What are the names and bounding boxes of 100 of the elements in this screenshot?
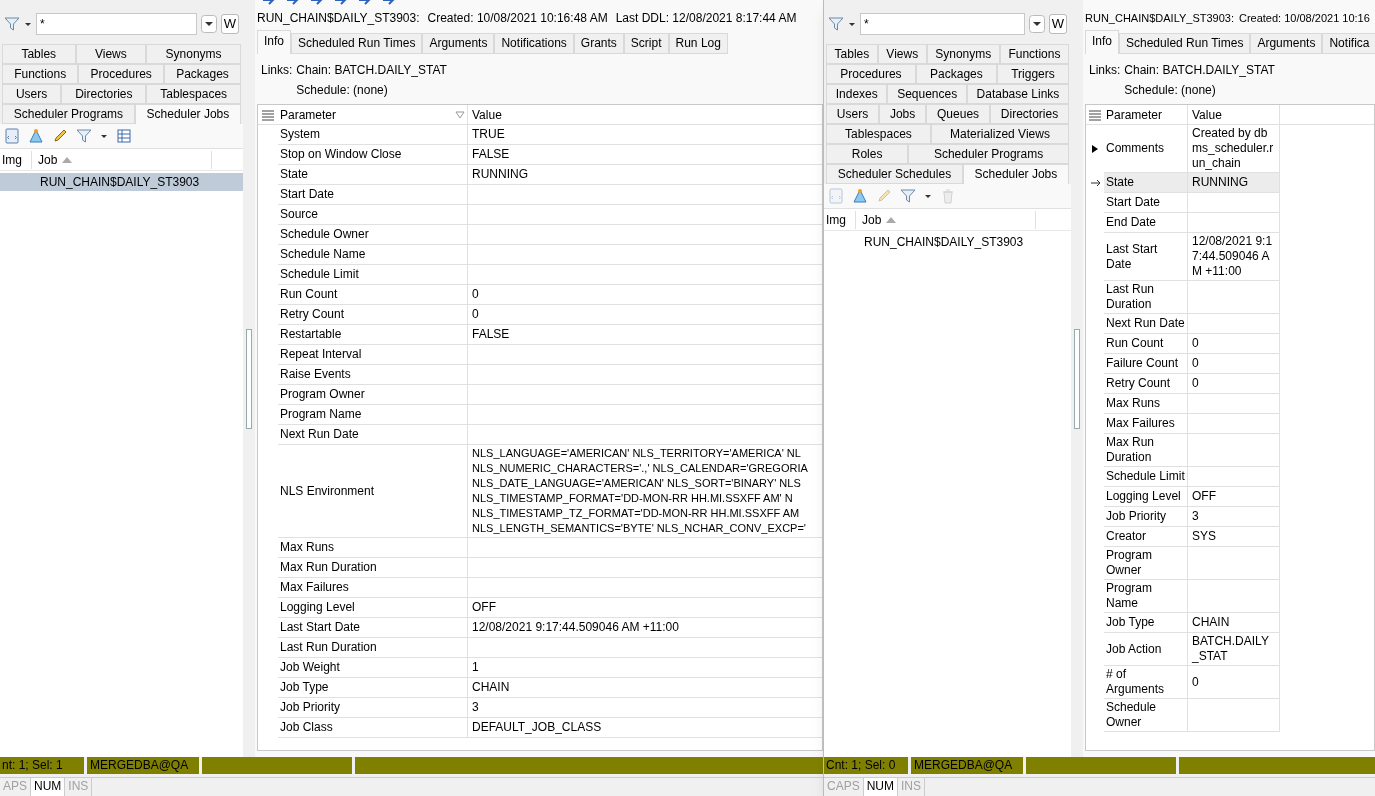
parameter-cell: Program Name — [1104, 580, 1188, 613]
tab[interactable]: Scheduler Programs — [2, 104, 135, 124]
tab[interactable]: Queues — [926, 104, 990, 124]
tab[interactable]: Jobs — [879, 104, 927, 124]
tab[interactable]: Database Links — [966, 84, 1069, 104]
created-date: Created: 10/08/2021 10:16:48 AM — [427, 10, 608, 27]
caret-icon[interactable] — [848, 20, 856, 28]
expand-icon[interactable] — [1091, 144, 1099, 154]
pencil-icon[interactable] — [52, 128, 68, 144]
list-icon[interactable] — [261, 108, 275, 121]
tab[interactable]: Tables — [2, 44, 76, 64]
tab[interactable]: Info — [1085, 30, 1119, 54]
column-header[interactable]: Value — [1192, 105, 1222, 124]
parameter-cell: Retry Count — [1104, 374, 1188, 394]
tab[interactable]: Scheduled Run Times — [291, 33, 423, 54]
list-icon[interactable] — [1088, 108, 1102, 121]
tab[interactable]: Script — [623, 33, 669, 54]
value-cell: 1 — [468, 658, 822, 678]
w-button[interactable]: W — [221, 14, 239, 34]
parameter-cell: Start Date — [1104, 193, 1188, 213]
tab[interactable]: Tables — [826, 44, 878, 64]
link[interactable]: Schedule: (none) — [1124, 80, 1216, 100]
tab[interactable]: Procedures — [826, 64, 916, 84]
tab[interactable]: Directories — [989, 104, 1070, 124]
tab[interactable]: Sequences — [887, 84, 967, 104]
job-row[interactable]: RUN_CHAIN$DAILY_ST3903 — [824, 233, 1071, 251]
tab[interactable]: Arguments — [1250, 33, 1323, 54]
tab[interactable]: Procedures — [78, 64, 164, 84]
w-button[interactable]: W — [1049, 14, 1067, 34]
dropdown-icon[interactable] — [201, 15, 217, 33]
tab[interactable]: Tablespaces — [826, 124, 931, 144]
tab[interactable]: Synonyms — [926, 44, 1000, 64]
tab[interactable]: Materialized Views — [930, 124, 1069, 144]
sort-icon[interactable] — [61, 155, 74, 164]
filter-field[interactable]: * — [860, 13, 1025, 35]
parameter-cell: Program Owner — [278, 385, 468, 405]
tab[interactable]: Users — [826, 104, 880, 124]
parameter-cell: Failure Count — [1104, 354, 1188, 374]
filter-icon[interactable] — [455, 110, 465, 119]
column-header[interactable]: Img — [0, 150, 32, 169]
caret-icon[interactable] — [24, 20, 32, 28]
tab[interactable]: Notifica — [1322, 33, 1375, 54]
column-header[interactable]: Job — [38, 150, 58, 169]
tab[interactable]: Triggers — [997, 64, 1069, 84]
tab[interactable]: Scheduler Jobs — [962, 164, 1069, 184]
tab[interactable]: Packages — [164, 64, 241, 84]
column-header[interactable]: Img — [824, 210, 856, 229]
tab[interactable]: Directories — [61, 84, 147, 104]
parameter-cell: Restartable — [278, 325, 468, 345]
tab[interactable]: Notifications — [494, 33, 574, 54]
tab[interactable]: Views — [877, 44, 927, 64]
table-icon[interactable] — [116, 128, 132, 144]
tab[interactable]: Functions — [999, 44, 1069, 64]
caret-icon[interactable] — [924, 192, 932, 200]
cone-icon[interactable] — [28, 128, 44, 144]
document-icon[interactable] — [4, 128, 20, 144]
value-cell: 0 — [1188, 374, 1280, 394]
filter-icon[interactable] — [900, 188, 916, 204]
tab[interactable]: Run Log — [668, 33, 728, 54]
column-header[interactable]: Parameter — [280, 105, 337, 124]
dropdown-icon[interactable] — [1029, 15, 1045, 33]
tab[interactable]: Scheduler Programs — [908, 144, 1069, 164]
filter-icon[interactable] — [76, 128, 92, 144]
link[interactable]: Chain: BATCH.DAILY_STAT — [1124, 60, 1275, 80]
tab[interactable]: Scheduled Run Times — [1119, 33, 1251, 54]
column-header[interactable]: Job — [862, 210, 882, 229]
tab[interactable]: Users — [2, 84, 62, 104]
cone-icon[interactable] — [852, 188, 868, 204]
tab[interactable]: Indexes — [826, 84, 888, 104]
tab[interactable]: Roles — [826, 144, 909, 164]
tab[interactable]: Views — [75, 44, 147, 64]
status-count: Cnt: 1; Sel: 0 — [824, 757, 908, 774]
parameter-cell: Raise Events — [278, 365, 468, 385]
job-row[interactable]: RUN_CHAIN$DAILY_ST3903 — [0, 173, 243, 191]
tab[interactable]: Scheduler Schedules — [826, 164, 963, 184]
caret-icon[interactable] — [100, 132, 108, 140]
tab[interactable]: Info — [257, 30, 291, 54]
parameter-cell: Schedule Limit — [278, 265, 468, 285]
tab[interactable]: Scheduler Jobs — [134, 104, 241, 124]
status-count: nt: 1; Sel: 1 — [0, 757, 84, 774]
tab[interactable]: Synonyms — [146, 44, 241, 64]
value-cell: 0 — [1188, 354, 1280, 374]
sort-icon[interactable] — [885, 215, 898, 224]
key-indicator: CAPS — [824, 778, 864, 796]
tab[interactable]: Arguments — [422, 33, 495, 54]
current-row-icon[interactable] — [1089, 178, 1101, 188]
value-cell: NLS_LANGUAGE='AMERICAN' NLS_TERRITORY='AMERICA' NL NLS_NUMERIC_CHARACTERS='.,' NLS_CALENDAR='GREGORIA NLS_DATE_LANGUAGE='AMERICAN' NLS_SORT='BINARY' NLS NLS_TIMESTAMP_FORMAT='DD-MON-RR HH.MI.SSXFF AM' N NLS_TIMESTAMP_TZ_FORMAT='DD-MON-RR HH.MI.SSXFF AM NLS_LENGTH_SEMANTICS='BYTE' NLS_NCHAR_CONV_EXCP=' — [468, 445, 822, 538]
column-header[interactable]: Value — [472, 105, 502, 124]
link[interactable]: Schedule: (none) — [296, 80, 388, 100]
tab[interactable]: Grants — [573, 33, 624, 54]
link[interactable]: Chain: BATCH.DAILY_STAT — [296, 60, 447, 80]
parameter-cell: Last Start Date — [278, 618, 468, 638]
tab[interactable]: Packages — [915, 64, 997, 84]
parameter-cell: Schedule Owner — [278, 225, 468, 245]
tab[interactable]: Tablespaces — [146, 84, 241, 104]
splitter-handle[interactable] — [246, 328, 252, 429]
tab[interactable]: Functions — [2, 64, 79, 84]
column-header[interactable]: Parameter — [1106, 105, 1163, 124]
filter-field[interactable]: * — [36, 13, 197, 35]
splitter-handle[interactable] — [1074, 328, 1080, 429]
